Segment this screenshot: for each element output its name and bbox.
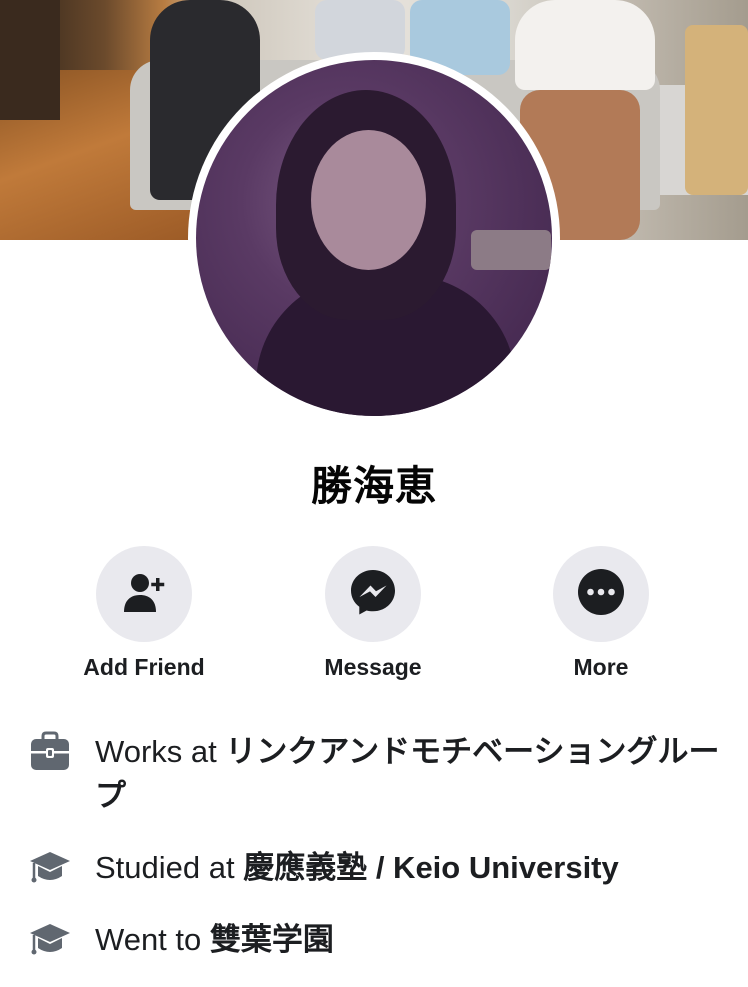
add-friend-circle[interactable] — [96, 546, 192, 642]
add-friend-label: Add Friend — [83, 654, 205, 680]
education-prefix: Studied at — [95, 850, 244, 885]
school-text: Went to 雙葉学園 — [95, 918, 725, 962]
work-prefix: Works at — [95, 734, 226, 769]
message-button[interactable]: Message — [293, 546, 453, 681]
more-button[interactable]: More — [521, 546, 681, 681]
briefcase-icon — [28, 730, 72, 774]
avatar-tray — [471, 230, 551, 270]
message-label: Message — [324, 654, 422, 680]
graduation-cap-icon — [28, 918, 72, 962]
cover-chair — [685, 25, 748, 195]
avatar-face — [311, 130, 426, 270]
graduation-cap-icon — [28, 846, 72, 890]
school-link[interactable]: 雙葉学園 — [210, 922, 334, 957]
more-icon — [577, 568, 625, 621]
message-circle[interactable] — [325, 546, 421, 642]
cover-shelf — [0, 0, 60, 120]
cover-pillow — [315, 0, 405, 60]
add-friend-button[interactable]: Add Friend — [64, 546, 224, 681]
profile-name: 勝海恵 — [311, 463, 437, 509]
work-text: Works at リンクアンドモチベーショングループ — [95, 730, 725, 818]
profile-picture[interactable] — [188, 52, 560, 424]
add-friend-icon — [120, 568, 168, 621]
school-prefix: Went to — [95, 922, 210, 957]
cover-person — [515, 0, 655, 90]
more-label: More — [573, 654, 629, 680]
messenger-icon — [348, 567, 398, 622]
education-text: Studied at 慶應義塾 / Keio University — [95, 846, 725, 890]
more-circle[interactable] — [553, 546, 649, 642]
avatar — [196, 60, 552, 416]
university-link[interactable]: 慶應義塾 / Keio University — [243, 850, 619, 885]
